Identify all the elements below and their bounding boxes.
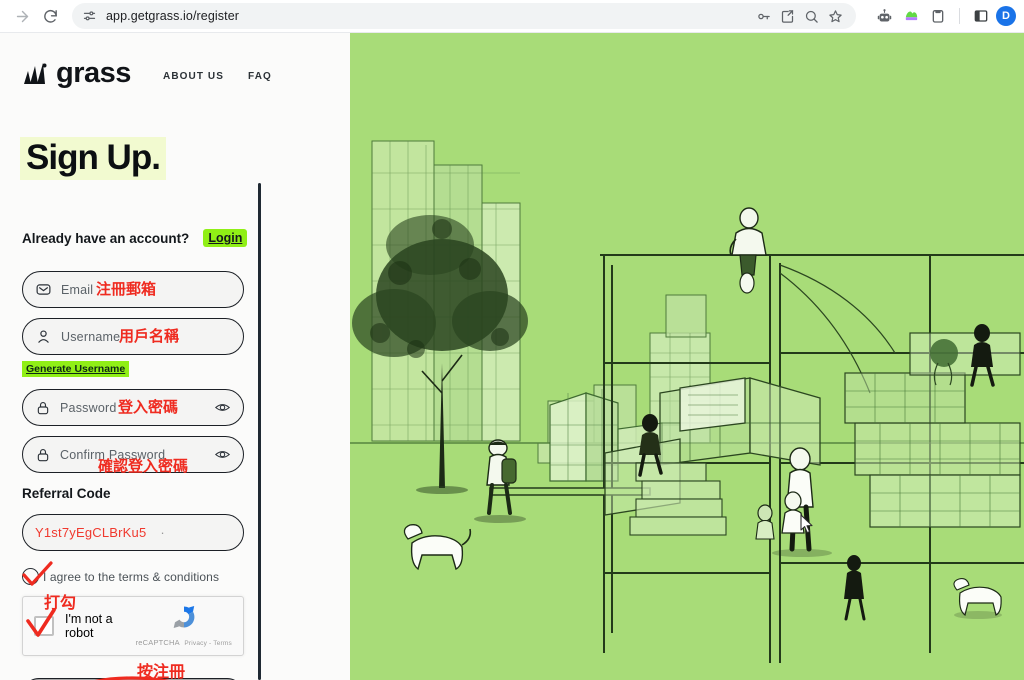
already-account-row: Already have an account? Login (22, 229, 248, 247)
grass-extension-icon[interactable] (899, 4, 923, 28)
terms-row[interactable]: I agree to the terms & conditions (22, 568, 219, 585)
recaptcha-brand-name: reCAPTCHA (135, 638, 180, 647)
side-panel-icon[interactable] (969, 4, 993, 28)
site-settings-tune-icon[interactable] (82, 9, 97, 24)
omnibox-actions (752, 5, 846, 27)
lock-icon (35, 400, 51, 416)
nav-link-about-us[interactable]: ABOUT US (163, 71, 224, 82)
referral-code-label: Referral Code (22, 486, 111, 501)
text-caret: · (160, 525, 165, 540)
zoom-icon[interactable] (800, 5, 822, 27)
referral-code-input[interactable]: Y1st7yEgCLBrKu5 · (22, 514, 244, 551)
brand-name: grass (56, 57, 131, 89)
recaptcha-checkbox[interactable] (34, 616, 54, 636)
bookmark-star-icon[interactable] (824, 5, 846, 27)
recaptcha-links[interactable]: Privacy - Terms (184, 640, 232, 647)
brand[interactable]: grass (22, 59, 131, 88)
forward-arrow-icon (14, 8, 31, 25)
lock-icon (35, 447, 51, 463)
annotation-confirm-password: 確認登入密碼 (98, 457, 189, 475)
forward-button[interactable] (8, 2, 36, 30)
username-placeholder: Username (61, 329, 121, 344)
recaptcha-label: I'm not a robot (65, 612, 113, 640)
reload-icon (42, 8, 59, 25)
extensions-area: D (862, 4, 1016, 28)
robot-extension-icon[interactable] (872, 4, 896, 28)
page-title-wrapper: Sign Up. (20, 137, 166, 180)
reload-button[interactable] (36, 2, 64, 30)
eye-icon[interactable] (214, 399, 231, 416)
nav-link-faq[interactable]: FAQ (248, 71, 272, 82)
grass-bars-logo-icon (22, 62, 48, 86)
person-icon (35, 328, 52, 345)
signup-panel: grass ABOUT US FAQ Sign Up. Already have… (0, 33, 350, 680)
generate-username-link[interactable]: Generate Username (22, 361, 130, 377)
annotation-tick-terms: 打勾 (44, 593, 77, 612)
recaptcha-logo-icon (169, 602, 199, 632)
recaptcha-branding: reCAPTCHA Privacy - Terms (136, 602, 232, 650)
clipboard-extension-icon[interactable] (926, 4, 950, 28)
email-placeholder: Email (61, 282, 94, 297)
eye-icon[interactable] (214, 446, 231, 463)
toolbar-separator (959, 8, 960, 24)
profile-avatar[interactable]: D (996, 6, 1016, 26)
address-bar[interactable]: app.getgrass.io/register (72, 3, 856, 29)
password-key-icon[interactable] (752, 5, 774, 27)
annotation-username: 用戶名稱 (119, 327, 180, 345)
hero-illustration (350, 33, 1024, 680)
top-nav: ABOUT US FAQ (163, 71, 272, 82)
annotation-email: 注冊郵箱 (96, 280, 157, 298)
login-link[interactable]: Login (203, 229, 248, 247)
url-text: app.getgrass.io/register (106, 9, 240, 23)
already-account-text: Already have an account? (22, 230, 190, 246)
mouse-cursor (800, 514, 814, 539)
referral-code-value: Y1st7yEgCLBrKu5 (35, 525, 147, 540)
envelope-icon (35, 281, 52, 298)
browser-toolbar: app.getgrass.io/register D (0, 0, 1024, 32)
install-app-icon[interactable] (776, 5, 798, 27)
page-content: grass ABOUT US FAQ Sign Up. Already have… (0, 33, 1024, 680)
password-placeholder: Password (60, 400, 117, 415)
terms-checkbox[interactable] (22, 568, 39, 585)
terms-label: I agree to the terms & conditions (43, 569, 220, 584)
annotation-password: 登入密碼 (118, 398, 179, 416)
annotation-press-register: 按注冊 (137, 662, 186, 680)
illustration-artwork (350, 33, 1024, 680)
page-title: Sign Up. (20, 137, 166, 180)
panel-divider (258, 183, 261, 680)
